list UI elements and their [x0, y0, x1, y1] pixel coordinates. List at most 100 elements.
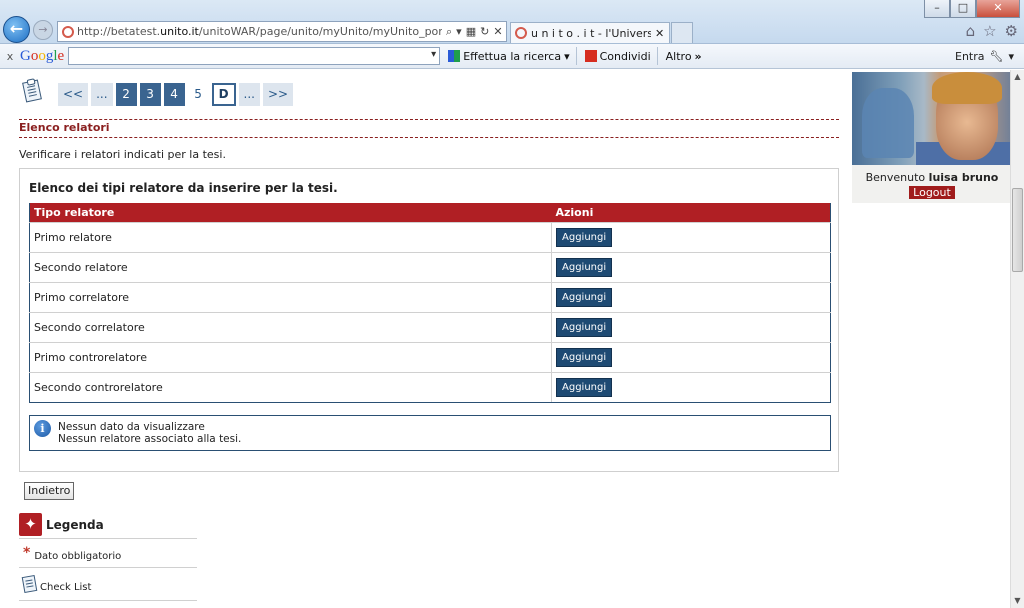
- info-message: i Nessun dato da visualizzare Nessun rel…: [29, 415, 831, 451]
- welcome-label: Benvenuto: [865, 171, 926, 184]
- azioni-cell: Aggiungi: [551, 251, 831, 282]
- window-controls: – □ ✕: [924, 0, 1020, 18]
- pager-step-5: 5: [187, 83, 209, 106]
- azioni-cell: Aggiungi: [551, 311, 831, 342]
- aggiungi-button[interactable]: Aggiungi: [556, 287, 613, 307]
- aggiungi-button[interactable]: Aggiungi: [556, 257, 613, 277]
- chevron-down-icon: ▾: [564, 49, 570, 63]
- table-row: Primo correlatore Aggiungi: [29, 281, 831, 312]
- pager-step-4[interactable]: 4: [163, 83, 185, 106]
- stop-icon[interactable]: ✕: [493, 25, 502, 39]
- aggiungi-button[interactable]: Aggiungi: [556, 317, 613, 337]
- scroll-up-icon[interactable]: ▲: [1011, 70, 1024, 84]
- google-search-label: Effettua la ricerca: [463, 49, 562, 63]
- share-button[interactable]: Condividi: [584, 49, 651, 63]
- legend-title: Legenda: [46, 517, 104, 532]
- info-line-2: Nessun relatore associato alla tesi.: [58, 433, 242, 445]
- table-row: Primo controrelatore Aggiungi: [29, 341, 831, 372]
- aggiungi-button[interactable]: Aggiungi: [556, 347, 613, 367]
- azioni-cell: Aggiungi: [551, 371, 831, 403]
- tab-close-icon[interactable]: ✕: [655, 27, 664, 40]
- aggiungi-button[interactable]: Aggiungi: [556, 377, 613, 397]
- tipo-relatore-cell: Secondo controrelatore: [29, 371, 552, 403]
- share-icon: [584, 50, 597, 62]
- compat-view-icon[interactable]: ▦: [466, 25, 476, 39]
- pager-ellipsis: ...: [238, 83, 260, 106]
- dropdown-arrow-icon[interactable]: ▾: [456, 25, 462, 39]
- more-button[interactable]: Altro »: [666, 50, 702, 63]
- signin-area: Entra 🔧︎ ▾: [955, 50, 1014, 63]
- toolbar-close-button[interactable]: x: [0, 50, 20, 63]
- refresh-icon[interactable]: ↻: [480, 25, 489, 39]
- pager-step-2[interactable]: 2: [115, 83, 137, 106]
- azioni-cell: Aggiungi: [551, 341, 831, 372]
- signin-button[interactable]: Entra: [955, 50, 985, 63]
- table-row: Secondo controrelatore Aggiungi: [29, 371, 831, 403]
- google-search-button[interactable]: Effettua la ricerca ▾: [448, 49, 570, 63]
- share-label: Condividi: [599, 49, 651, 63]
- legend-label: Dato obbligatorio: [34, 550, 122, 562]
- back-button[interactable]: Indietro: [24, 482, 75, 500]
- info-line-1: Nessun dato da visualizzare: [58, 421, 205, 433]
- toolbar-divider: [656, 47, 658, 65]
- relatori-panel: Elenco dei tipi relatore da inserire per…: [19, 168, 839, 472]
- google-toolbar: x Google Effettua la ricerca ▾ Condividi…: [0, 44, 1024, 69]
- close-window-button[interactable]: ✕: [976, 0, 1020, 18]
- page-content: << ... 2 3 4 5 D ... >> Elenco relatori …: [0, 70, 1010, 608]
- new-tab-button[interactable]: [671, 22, 693, 43]
- user-banner-photo: [852, 72, 1010, 165]
- minimize-button[interactable]: –: [924, 0, 950, 18]
- tipo-relatore-cell: Primo controrelatore: [29, 341, 552, 372]
- browser-tab[interactable]: u n i t o . i t - l'Università di ... ✕: [510, 22, 670, 43]
- legend-label: Check List: [40, 581, 92, 593]
- pager-last[interactable]: >>: [262, 83, 294, 106]
- legend-item-required: * Dato obbligatorio: [19, 538, 197, 567]
- panel-title: Elenco dei tipi relatore da inserire per…: [29, 181, 338, 195]
- google-search-input[interactable]: [68, 47, 441, 65]
- google-search-icon: [448, 50, 461, 62]
- chrome-toolbar-icons: ⌂ ☆ ⚙: [966, 22, 1018, 40]
- table-row: Secondo relatore Aggiungi: [29, 251, 831, 282]
- logout-button[interactable]: Logout: [909, 186, 955, 199]
- star-icon[interactable]: ☆: [983, 22, 996, 40]
- pin-icon: ✦: [19, 513, 42, 536]
- tipo-relatore-cell: Primo relatore: [29, 221, 552, 252]
- wrench-icon[interactable]: 🔧︎: [990, 50, 1004, 63]
- pager-first[interactable]: <<: [58, 83, 89, 106]
- user-box: Benvenuto luisa bruno Logout: [852, 72, 1010, 203]
- vertical-scrollbar[interactable]: ▲ ▼: [1010, 70, 1024, 608]
- address-bar[interactable]: http://betatest.unito.it/unitoWAR/page/u…: [57, 21, 507, 42]
- double-chevron-icon: »: [694, 49, 702, 63]
- step-pager: << ... 2 3 4 5 D ... >>: [58, 83, 294, 106]
- checklist-icon[interactable]: [22, 79, 42, 103]
- gear-icon[interactable]: ⚙: [1005, 22, 1018, 40]
- table-header-row: Tipo relatore Azioni: [29, 203, 831, 222]
- maximize-button[interactable]: □: [950, 0, 976, 18]
- google-logo: Google: [20, 47, 65, 64]
- azioni-cell: Aggiungi: [551, 221, 831, 252]
- pager-step-3[interactable]: 3: [139, 83, 161, 106]
- tipo-relatore-cell: Secondo relatore: [29, 251, 552, 282]
- scroll-down-icon[interactable]: ▼: [1011, 594, 1024, 608]
- user-name: luisa bruno: [928, 171, 999, 184]
- address-url: http://betatest.unito.it/unitoWAR/page/u…: [77, 25, 442, 38]
- search-icon[interactable]: ⌕: [446, 25, 452, 39]
- legend-header: ✦ Legenda: [19, 513, 104, 536]
- info-icon: i: [34, 420, 51, 437]
- azioni-cell: Aggiungi: [551, 281, 831, 312]
- more-label: Altro: [665, 49, 692, 63]
- back-arrow-icon[interactable]: ←: [3, 16, 30, 43]
- section-intro: Verificare i relatori indicati per la te…: [19, 148, 226, 161]
- scrollbar-thumb[interactable]: [1012, 188, 1023, 272]
- aggiungi-button[interactable]: Aggiungi: [556, 227, 613, 247]
- tab-favicon-icon: [515, 27, 527, 39]
- address-tools: ⌕ ▾ ▦ ↻ ✕: [446, 25, 503, 39]
- chevron-down-icon[interactable]: ▾: [1008, 50, 1014, 63]
- toolbar-divider: [575, 47, 577, 65]
- column-header-tipo: Tipo relatore: [29, 203, 552, 222]
- home-icon[interactable]: ⌂: [966, 22, 976, 40]
- forward-arrow-icon[interactable]: →: [33, 20, 53, 40]
- browser-titlebar: – □ ✕ ← → http://betatest.unito.it/unito…: [0, 0, 1024, 44]
- tab-title: u n i t o . i t - l'Università di ...: [531, 26, 651, 40]
- table-row: Secondo correlatore Aggiungi: [29, 311, 831, 342]
